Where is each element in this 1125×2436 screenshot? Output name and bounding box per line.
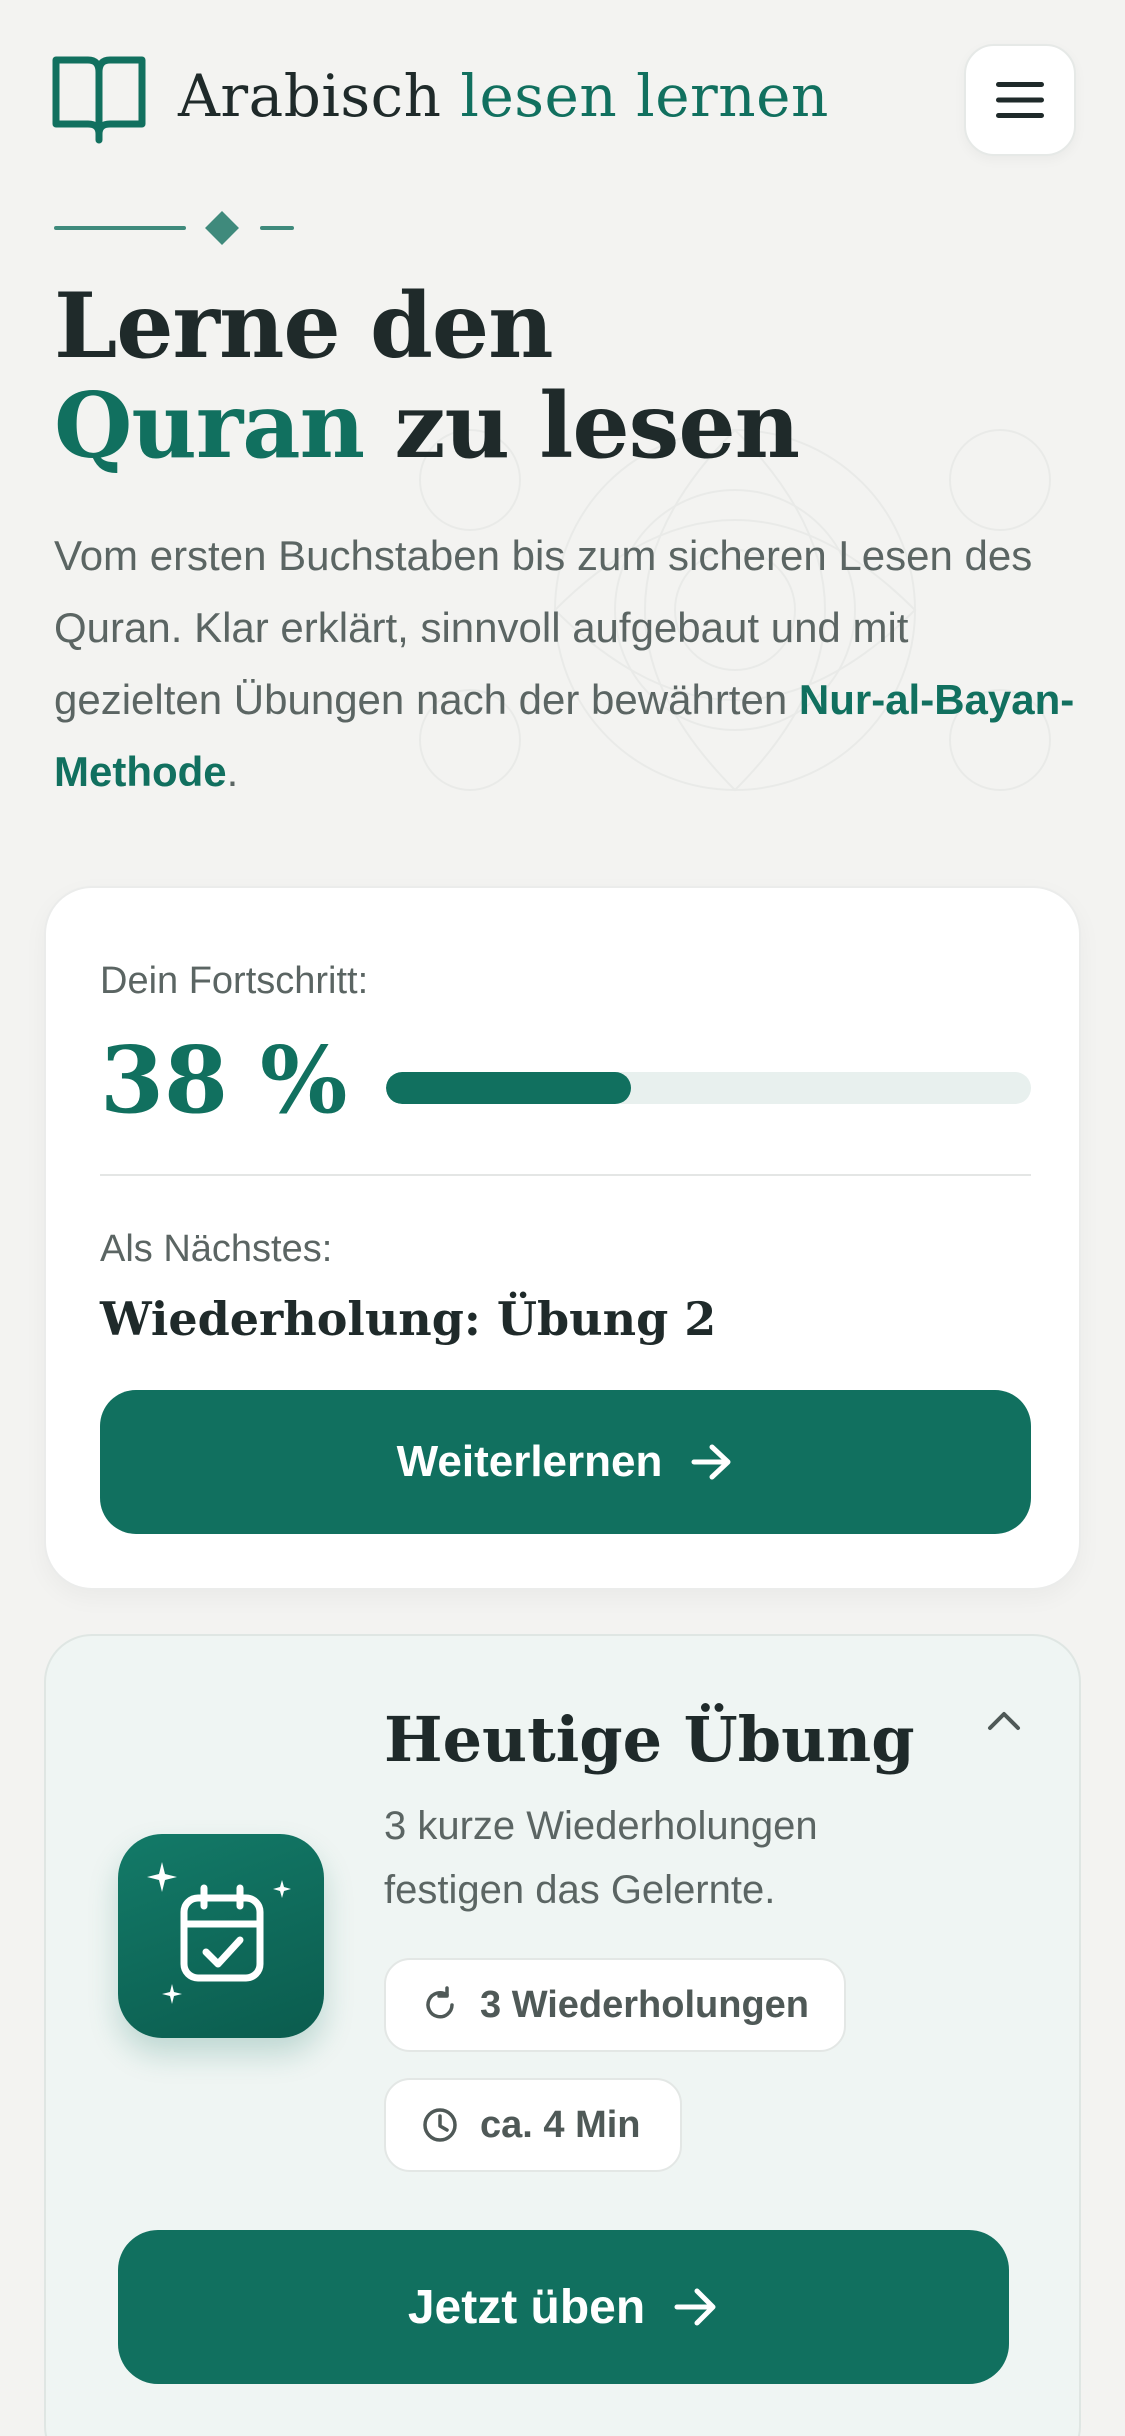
brand-name-part2: lesen lernen — [460, 62, 829, 130]
practice-now-button[interactable]: Jetzt üben — [118, 2230, 1009, 2384]
arrow-right-icon — [674, 2288, 716, 2326]
daily-exercise-card: Heutige Übung 3 kurze Wiederholungen fes… — [44, 1634, 1081, 2436]
progress-bar — [386, 1072, 1031, 1104]
menu-button[interactable] — [964, 44, 1076, 156]
exercise-description: 3 kurze Wiederholungen festigen das Gele… — [384, 1804, 818, 1912]
next-lesson-title: Wiederholung: Übung 2 — [100, 1292, 717, 1346]
repetitions-label: 3 Wiederholungen — [480, 1983, 810, 2026]
exercise-title: Heutige Übung — [384, 1703, 915, 1776]
decorative-divider — [54, 211, 294, 245]
practice-now-label: Jetzt üben — [407, 2280, 646, 2334]
calendar-check-icon — [147, 1862, 291, 2004]
hero-title: Lerne den Quran zu lesen — [54, 273, 800, 479]
progress-percent: 38 % — [100, 1026, 348, 1134]
hero-title-line1: Lerne den — [54, 273, 554, 379]
continue-learning-button[interactable]: Weiterlernen — [100, 1390, 1031, 1534]
card-divider — [100, 1174, 1031, 1176]
progress-card: Dein Fortschritt: 38 % Als Nächstes: Wie… — [44, 886, 1081, 1590]
next-label: Als Nächstes: — [100, 1228, 333, 1270]
brand-name[interactable]: Arabisch lesen lernen — [178, 60, 829, 132]
progress-bar-fill — [386, 1072, 632, 1104]
refresh-icon — [426, 1986, 454, 2019]
open-book-icon — [52, 56, 146, 144]
app-header: Arabisch lesen lernen — [0, 0, 1125, 200]
progress-label: Dein Fortschritt: — [100, 960, 369, 1002]
continue-learning-label: Weiterlernen — [396, 1437, 663, 1486]
hero-title-highlight: Quran — [54, 373, 365, 479]
hero-title-rest: zu lesen — [394, 373, 800, 479]
hamburger-menu-icon — [996, 82, 1044, 118]
duration-chip: ca. 4 Min — [384, 2078, 682, 2172]
hero-description: Vom ersten Buchstaben bis zum sicheren L… — [54, 520, 1084, 808]
duration-label: ca. 4 Min — [480, 2103, 641, 2146]
clock-icon — [423, 2108, 457, 2142]
arrow-right-icon — [691, 1444, 731, 1480]
repetitions-chip: 3 Wiederholungen — [384, 1958, 846, 2052]
chevron-up-icon[interactable] — [982, 1700, 1026, 1744]
exercise-tile — [118, 1834, 324, 2038]
hero-title-line2: Quran zu lesen — [54, 373, 800, 479]
brand-name-part1: Arabisch — [178, 62, 442, 130]
hero-description-end: . — [226, 748, 239, 795]
